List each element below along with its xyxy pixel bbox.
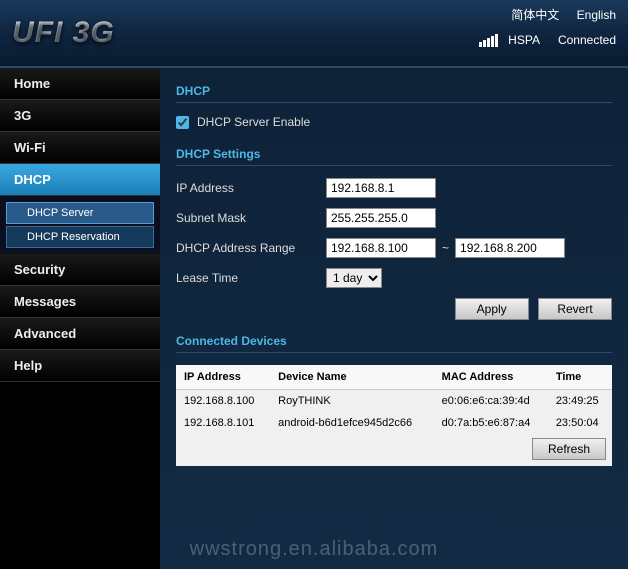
lease-time-select[interactable]: 1 day	[326, 268, 382, 288]
sidebar-sub-dhcp-reservation[interactable]: DHCP Reservation	[6, 226, 154, 248]
sidebar-item-help[interactable]: Help	[0, 350, 160, 382]
dhcp-enable-checkbox[interactable]	[176, 116, 189, 129]
sidebar-sub-dhcp: DHCP Server DHCP Reservation	[0, 196, 160, 254]
sidebar-item-home[interactable]: Home	[0, 68, 160, 100]
refresh-button[interactable]: Refresh	[532, 438, 606, 460]
sidebar-item-security[interactable]: Security	[0, 254, 160, 286]
col-name: Device Name	[270, 365, 434, 390]
header-right: 简体中文 English HSPA Connected	[479, 6, 616, 47]
sidebar-item-advanced[interactable]: Advanced	[0, 318, 160, 350]
subnet-mask-input[interactable]	[326, 208, 436, 228]
status-row: HSPA Connected	[479, 33, 616, 47]
ip-address-input[interactable]	[326, 178, 436, 198]
sidebar-item-dhcp[interactable]: DHCP	[0, 164, 160, 196]
sidebar: Home 3G Wi-Fi DHCP DHCP Server DHCP Rese…	[0, 68, 160, 569]
ip-address-label: IP Address	[176, 181, 326, 195]
dhcp-range-start-input[interactable]	[326, 238, 436, 258]
sidebar-item-wifi[interactable]: Wi-Fi	[0, 132, 160, 164]
section-devices-title: Connected Devices	[176, 334, 612, 353]
sidebar-sub-dhcp-server[interactable]: DHCP Server	[6, 202, 154, 224]
table-row: 192.168.8.101 android-b6d1efce945d2c66 d…	[176, 412, 612, 434]
revert-button[interactable]: Revert	[538, 298, 612, 320]
sidebar-item-3g[interactable]: 3G	[0, 100, 160, 132]
dhcp-range-label: DHCP Address Range	[176, 241, 326, 255]
apply-button[interactable]: Apply	[455, 298, 529, 320]
sidebar-item-messages[interactable]: Messages	[0, 286, 160, 318]
dhcp-range-end-input[interactable]	[455, 238, 565, 258]
connected-devices-table: IP Address Device Name MAC Address Time …	[176, 365, 612, 434]
col-time: Time	[548, 365, 612, 390]
subnet-mask-label: Subnet Mask	[176, 211, 326, 225]
network-type: HSPA	[508, 33, 540, 47]
section-dhcp-title: DHCP	[176, 84, 612, 103]
language-row: 简体中文 English	[479, 6, 616, 23]
dhcp-enable-label: DHCP Server Enable	[197, 115, 310, 129]
logo: UFI 3G	[12, 16, 115, 50]
main-panel: DHCP DHCP Server Enable DHCP Settings IP…	[160, 68, 628, 569]
range-separator: ~	[442, 241, 449, 255]
table-row: 192.168.8.100 RoyTHINK e0:06:e6:ca:39:4d…	[176, 390, 612, 413]
lease-time-label: Lease Time	[176, 271, 326, 285]
lang-english-link[interactable]: English	[577, 8, 616, 22]
connection-status: Connected	[558, 33, 616, 47]
section-settings-title: DHCP Settings	[176, 147, 612, 166]
col-mac: MAC Address	[434, 365, 548, 390]
lang-chinese-link[interactable]: 简体中文	[511, 8, 559, 22]
col-ip: IP Address	[176, 365, 270, 390]
signal-icon	[479, 34, 498, 47]
header: UFI 3G 简体中文 English HSPA Connected	[0, 0, 628, 68]
connected-devices-panel: IP Address Device Name MAC Address Time …	[176, 365, 612, 466]
